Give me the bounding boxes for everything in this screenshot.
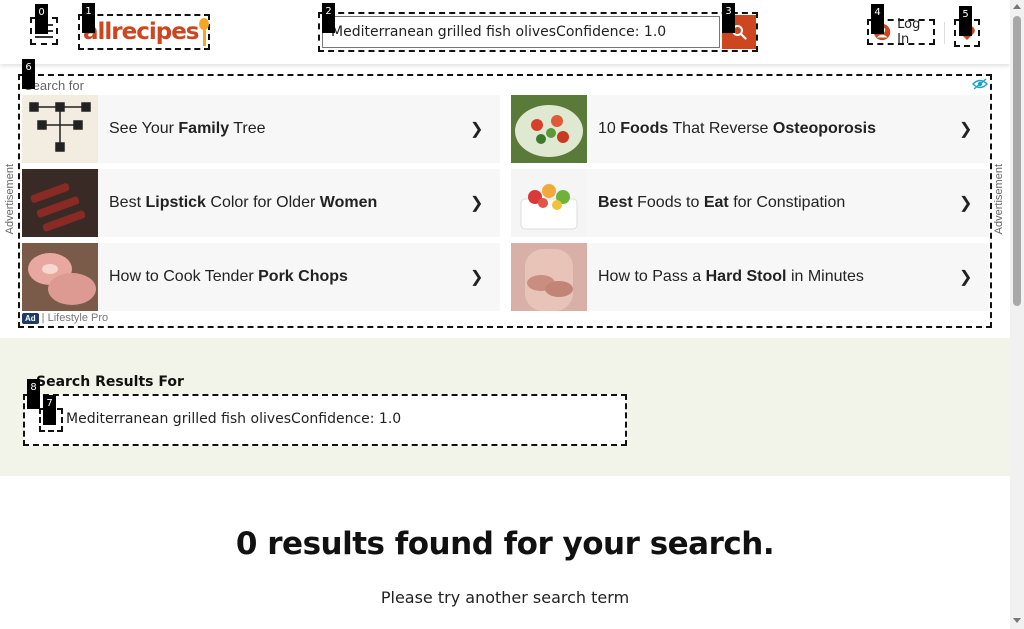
ad-badge[interactable]: Ad: [22, 312, 39, 324]
mark-label: 0: [35, 4, 48, 34]
ad-item[interactable]: See Your Family Tree ❯: [22, 95, 500, 163]
ad-sponsor: | Lifestyle Pro: [41, 312, 109, 324]
ad-text-part: in Minutes: [786, 268, 864, 285]
site-header: allrecipes Log In: [0, 0, 1010, 64]
login-label: Log In: [897, 17, 921, 47]
ad-visibility-icon[interactable]: [972, 78, 988, 90]
ad-text-part: That Reverse: [668, 120, 773, 137]
mark-label: 6: [22, 59, 35, 89]
search-input[interactable]: [322, 16, 720, 48]
mark-label: 5: [959, 6, 972, 36]
scroll-up-arrow-icon[interactable]: [1013, 4, 1021, 9]
search-form: [318, 12, 758, 52]
ad-text-bold: Eat: [703, 194, 729, 211]
ad-text-bold: Women: [319, 194, 378, 211]
fruit-bowl-image: [511, 169, 587, 237]
mark-label: 3: [722, 3, 735, 33]
ad-item[interactable]: How to Pass a Hard Stool in Minutes ❯: [511, 243, 989, 311]
scrollbar-thumb[interactable]: [1013, 16, 1021, 306]
scroll-down-arrow-icon[interactable]: [1013, 618, 1021, 623]
ad-text-part: for Constipation: [728, 194, 846, 211]
ad-text-bold: Osteoporosis: [772, 120, 877, 137]
mark-label: 7: [43, 395, 56, 425]
spoon-icon: [198, 18, 209, 46]
ad-text-part: Foods to: [632, 194, 704, 211]
ad-text-bold: Lipstick: [145, 194, 206, 211]
chevron-right-icon: ❯: [959, 121, 973, 138]
advertisement-block: Search for See Your Family Tree ❯ 10 Foo…: [18, 74, 992, 328]
ad-text-part: Tree: [229, 120, 266, 137]
search-results-title: Search Results For: [36, 374, 184, 390]
ad-text-bold: Pork Chops: [258, 268, 348, 285]
ad-item[interactable]: Best Lipstick Color for Older Women ❯: [22, 169, 500, 237]
ad-item-text: Best Foods to Eat for Constipation: [587, 194, 959, 212]
allrecipes-logo[interactable]: allrecipes: [78, 14, 210, 50]
ad-item[interactable]: 10 Foods That Reverse Osteoporosis ❯: [511, 95, 989, 163]
ad-item[interactable]: How to Cook Tender Pork Chops ❯: [22, 243, 500, 311]
pork-chops-image: [22, 243, 98, 311]
mark-label: 1: [82, 3, 95, 33]
salad-image: [511, 95, 587, 163]
family-tree-image: [22, 95, 98, 163]
ad-text-part: See Your: [109, 120, 179, 137]
chevron-right-icon: ❯: [470, 195, 484, 212]
vertical-scrollbar[interactable]: [1010, 0, 1024, 629]
ad-item-text: How to Cook Tender Pork Chops: [98, 268, 470, 286]
search-query-text: Mediterranean grilled fish olivesConfide…: [66, 411, 402, 427]
ad-item-text: 10 Foods That Reverse Osteoporosis: [587, 120, 959, 138]
ad-text-part: Best: [109, 194, 146, 211]
try-again-text: Please try another search term: [380, 588, 630, 607]
logo-text: allrecipes: [83, 19, 200, 45]
ad-item-text: Best Lipstick Color for Older Women: [98, 194, 470, 212]
ad-text-part: How to Pass a: [598, 268, 706, 285]
search-query-box[interactable]: Mediterranean grilled fish olivesConfide…: [23, 394, 627, 446]
ad-item-text: How to Pass a Hard Stool in Minutes: [587, 268, 959, 286]
advertisement-side-label-right: Advertisement: [993, 164, 1005, 235]
stomach-ache-image: [511, 243, 587, 311]
chevron-right-icon: ❯: [959, 195, 973, 212]
search-results-section: Search Results For Mediterranean grilled…: [0, 338, 1010, 476]
ad-footer: Ad | Lifestyle Pro: [22, 312, 108, 324]
ad-text-part: Color for Older: [205, 194, 320, 211]
ad-text-bold: Best: [598, 194, 633, 211]
mark-label: 2: [322, 3, 335, 33]
mark-label: 8: [27, 379, 40, 409]
page: allrecipes Log In: [0, 0, 1024, 629]
ad-text-bold: Family: [178, 120, 230, 137]
ad-text-bold: Hard Stool: [705, 268, 787, 285]
ad-text-bold: Foods: [620, 120, 669, 137]
mark-label: 4: [871, 4, 884, 34]
ad-item-text: See Your Family Tree: [98, 120, 470, 138]
header-divider: [944, 22, 945, 44]
chevron-right-icon: ❯: [959, 269, 973, 286]
chevron-right-icon: ❯: [470, 121, 484, 138]
ad-item[interactable]: Best Foods to Eat for Constipation ❯: [511, 169, 989, 237]
advertisement-side-label-left: Advertisement: [4, 164, 16, 235]
chevron-right-icon: ❯: [470, 269, 484, 286]
ad-text-part: How to Cook Tender: [109, 268, 259, 285]
ad-text-part: 10: [598, 120, 621, 137]
no-results-heading: 0 results found for your search.: [235, 526, 775, 562]
lipstick-image: [22, 169, 98, 237]
